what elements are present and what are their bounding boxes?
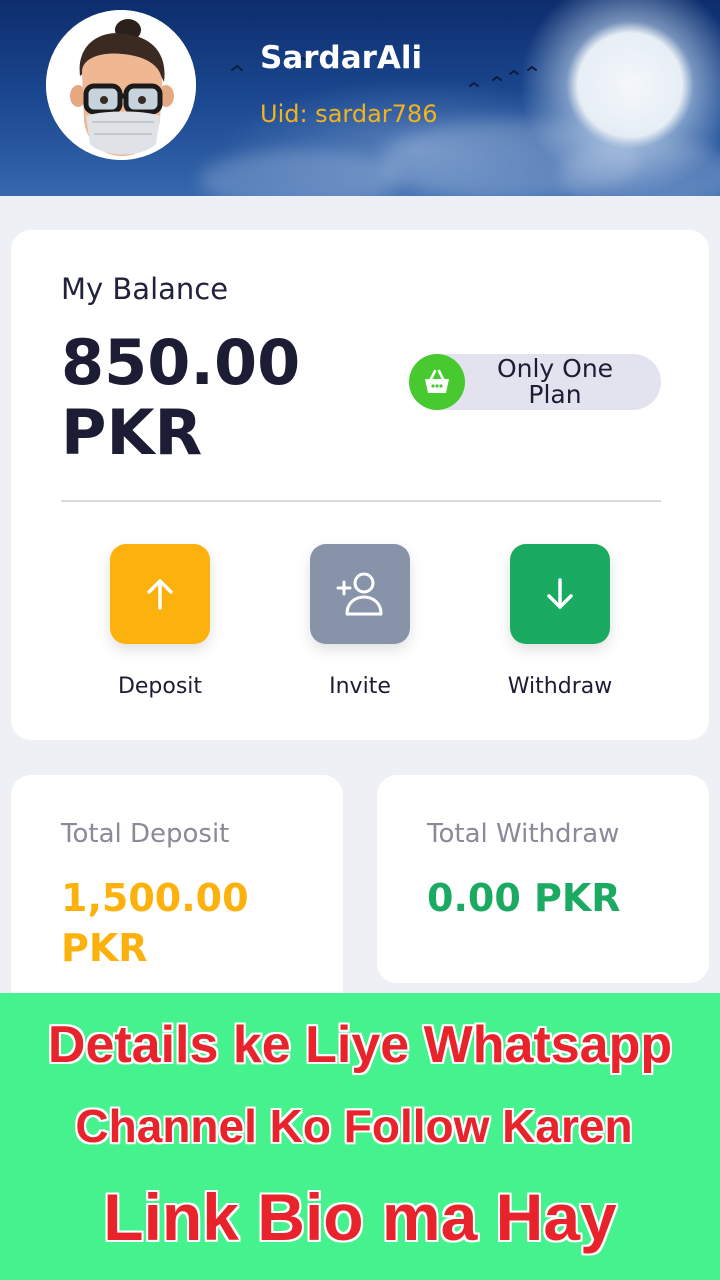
total-deposit-value: 1,500.00 PKR — [61, 873, 249, 973]
user-id: Uid: sardar786 — [260, 100, 438, 128]
username: SardarAli — [260, 40, 423, 76]
balance-currency: PKR — [61, 396, 203, 469]
total-deposit-currency: PKR — [61, 926, 148, 970]
deposit-action[interactable]: Deposit — [85, 544, 235, 699]
avatar[interactable] — [46, 10, 196, 160]
balance-card: My Balance 850.00 PKR Only One Plan Depo… — [11, 230, 709, 740]
arrow-up-icon — [147, 579, 173, 610]
total-withdraw-title: Total Withdraw — [427, 819, 620, 849]
promo-banner: Details ke Liye Whatsapp Channel Ko Foll… — [0, 993, 720, 1280]
invite-button[interactable] — [310, 544, 410, 644]
withdraw-label: Withdraw — [507, 674, 613, 699]
total-deposit-title: Total Deposit — [61, 819, 230, 849]
divider — [61, 500, 661, 502]
avatar-memoji-icon — [46, 10, 196, 160]
balance-amount: 850.00 PKR — [61, 328, 381, 468]
total-withdraw-card: Total Withdraw 0.00 PKR — [377, 775, 709, 983]
promo-line-3: Link Bio ma Hay — [103, 1180, 617, 1254]
balance-value: 850.00 — [61, 326, 301, 399]
promo-line-1: Details ke Liye Whatsapp — [47, 1016, 673, 1074]
balance-label: My Balance — [61, 272, 229, 306]
invite-label: Invite — [329, 674, 391, 699]
deposit-label: Deposit — [117, 674, 203, 699]
promo-line-2: Channel Ko Follow Karen — [75, 1100, 633, 1152]
arrow-down-icon — [547, 578, 573, 609]
withdraw-action[interactable]: Withdraw — [485, 544, 635, 699]
deposit-button[interactable] — [110, 544, 210, 644]
add-user-icon — [336, 572, 383, 616]
withdraw-button[interactable] — [510, 544, 610, 644]
shopping-basket-icon — [409, 354, 465, 410]
profile-header: SardarAli Uid: sardar786 — [0, 0, 720, 196]
total-withdraw-value: 0.00 PKR — [427, 876, 621, 920]
plan-badge-label: Only One Plan — [496, 354, 614, 409]
invite-action[interactable]: Invite — [285, 544, 435, 699]
total-deposit-amount: 1,500.00 — [61, 876, 249, 920]
plan-badge[interactable]: Only One Plan — [409, 354, 661, 410]
